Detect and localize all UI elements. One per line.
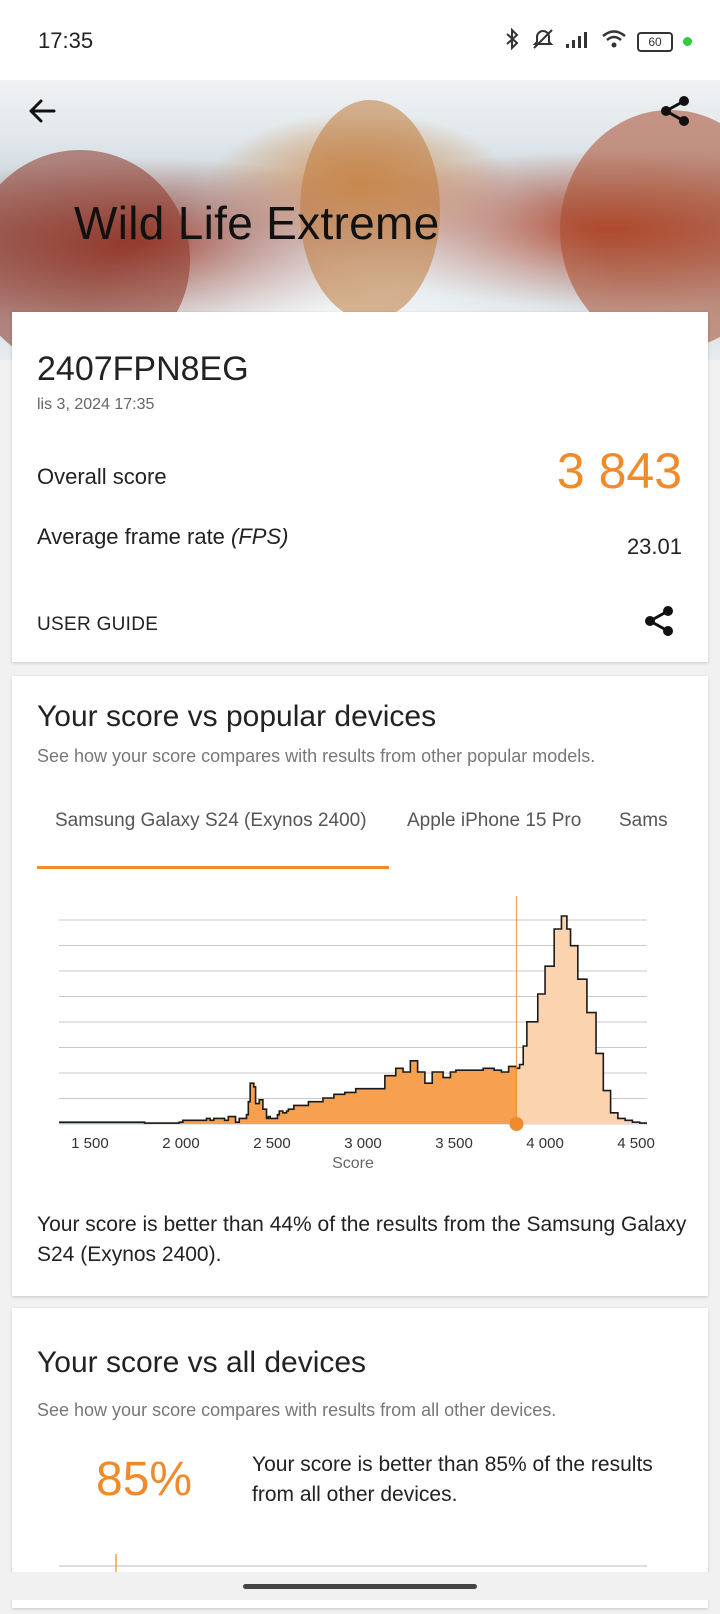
device-name: 2407FPN8EG (37, 350, 249, 388)
back-button[interactable] (26, 94, 60, 128)
x-tick-label: 3 000 (344, 1135, 382, 1152)
fps-unit: (FPS) (231, 524, 289, 549)
score-distribution-chart: 1 500 2 000 2 500 3 000 3 500 4 000 4 500 Score (59, 896, 655, 1172)
share-icon (661, 96, 689, 126)
fps-value: 23.01 (626, 534, 682, 559)
distribution-area-below-score (59, 916, 517, 1124)
tab-samsung-more[interactable]: Sams (619, 810, 668, 832)
all-devices-subtitle: See how your score compares with results… (37, 1400, 557, 1420)
fps-label-text: Average frame rate (37, 524, 225, 549)
popular-devices-card: Your score vs popular devices See how yo… (12, 676, 708, 1296)
wifi-icon (601, 29, 627, 54)
percentile-text: Your score is better than 85% of the res… (252, 1453, 653, 1506)
all-devices-title: Your score vs all devices (37, 1346, 367, 1379)
x-tick-label: 2 500 (253, 1135, 291, 1152)
benchmark-title: Wild Life Extreme (74, 197, 440, 249)
mute-icon (531, 28, 555, 55)
tab-apple-iphone-15-pro[interactable]: Apple iPhone 15 Pro (407, 810, 581, 832)
result-card: 2407FPN8EG lis 3, 2024 17:35 Overall sco… (12, 312, 708, 662)
x-tick-label: 1 500 (71, 1135, 109, 1152)
device-tabs: Samsung Galaxy S24 (Exynos 2400) Apple i… (37, 810, 693, 870)
x-tick-label: 3 500 (435, 1135, 473, 1152)
home-indicator[interactable] (243, 1584, 477, 1589)
user-score-marker-dot (509, 1117, 524, 1131)
percentile-value: 85% (96, 1453, 193, 1506)
all-devices-card: Your score vs all devices See how your s… (12, 1308, 708, 1608)
share-icon (645, 606, 673, 636)
share-button-header[interactable] (658, 94, 692, 128)
x-tick-label: 4 000 (526, 1135, 564, 1152)
x-tick-label: 4 500 (617, 1135, 655, 1152)
status-time: 17:35 (38, 28, 94, 53)
tab-samsung-galaxy-s24[interactable]: Samsung Galaxy S24 (Exynos 2400) (55, 810, 367, 832)
overall-score-value: 3 843 (556, 443, 682, 499)
signal-icon (565, 29, 591, 54)
status-bar: 17:35 60 (0, 0, 720, 80)
status-icons: 60 (503, 27, 692, 55)
share-result-button[interactable] (642, 604, 676, 638)
user-guide-link[interactable]: USER GUIDE (37, 614, 158, 636)
result-date: lis 3, 2024 17:35 (37, 396, 155, 413)
x-tick-label: 2 000 (162, 1135, 200, 1152)
arrow-left-icon (29, 99, 56, 123)
privacy-indicator-icon (683, 37, 692, 46)
bluetooth-icon (503, 27, 521, 55)
active-tab-indicator (37, 866, 389, 869)
battery-icon: 60 (637, 31, 673, 52)
overall-score-label: Overall score (37, 464, 167, 489)
popular-compare-text: Your score is better than 44% of the res… (37, 1213, 687, 1266)
distribution-area-above-score (516, 916, 647, 1124)
fps-label: Average frame rate (FPS) (37, 524, 289, 550)
x-axis-label: Score (332, 1155, 374, 1172)
popular-devices-title: Your score vs popular devices (37, 700, 437, 733)
popular-devices-subtitle: See how your score compares with results… (37, 746, 596, 766)
